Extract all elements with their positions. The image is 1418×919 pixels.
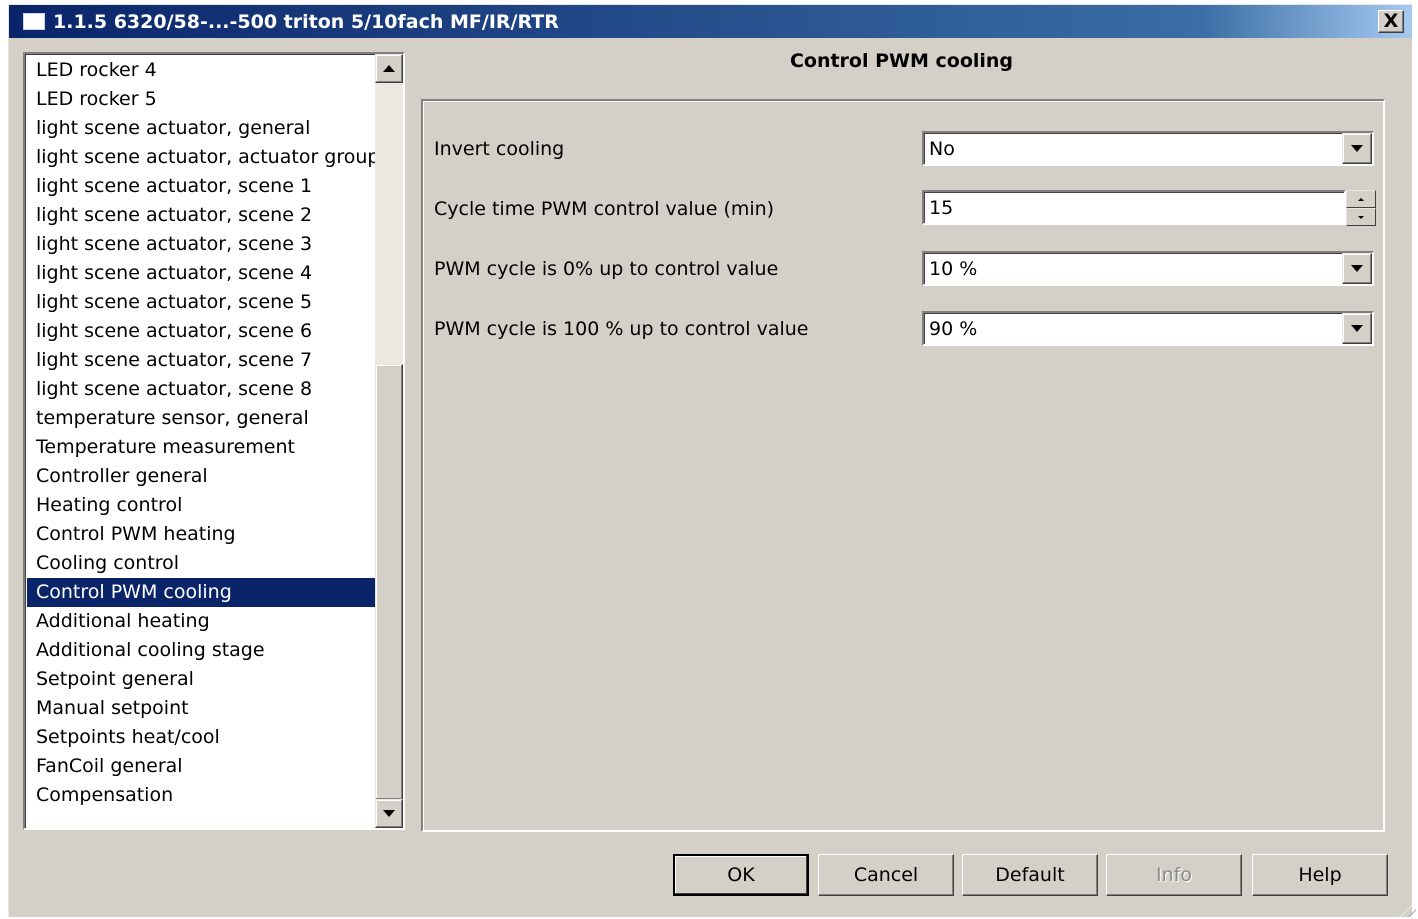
close-icon: X xyxy=(1383,10,1399,32)
arrow-down-icon xyxy=(383,810,395,817)
page-list-item[interactable]: Setpoints heat/cool xyxy=(27,723,375,752)
param-label-pwm-0: PWM cycle is 0% up to control value xyxy=(434,258,779,280)
spin-up-icon xyxy=(1358,197,1364,201)
spin-up-button[interactable] xyxy=(1346,190,1376,208)
param-label-cycle-time: Cycle time PWM control value (min) xyxy=(434,198,775,220)
scroll-up-button[interactable] xyxy=(375,54,403,83)
scroll-down-button[interactable] xyxy=(375,799,403,828)
cycle-time-input[interactable]: 15 xyxy=(922,190,1346,225)
parameter-page-list[interactable]: LED rocker 4 LED rocker 5 light scene actu… xyxy=(23,52,405,830)
close-button[interactable]: X xyxy=(1378,10,1404,33)
ok-button[interactable]: OK xyxy=(673,854,809,896)
page-list-item[interactable]: light scene actuator, scene 2 xyxy=(27,201,375,230)
page-list-item[interactable]: light scene actuator, scene 5 xyxy=(27,288,375,317)
invert-cooling-select[interactable]: No xyxy=(922,131,1374,166)
page-list-item[interactable]: Control PWM cooling xyxy=(27,578,375,607)
page-list-item[interactable]: Additional heating xyxy=(27,607,375,636)
page-list-item[interactable]: light scene actuator, scene 4 xyxy=(27,259,375,288)
window-icon xyxy=(23,13,45,30)
page-list-item[interactable]: light scene actuator, scene 6 xyxy=(27,317,375,346)
param-label-pwm-100: PWM cycle is 100 % up to control value xyxy=(434,318,809,340)
page-list-item[interactable]: light scene actuator, general xyxy=(27,114,375,143)
page-list-item[interactable]: Heating control xyxy=(27,491,375,520)
spin-down-icon xyxy=(1358,215,1364,219)
page-list-item[interactable]: Controller general xyxy=(27,462,375,491)
page-list-item[interactable]: LED rocker 4 xyxy=(27,56,375,85)
scrollbar-thumb[interactable] xyxy=(375,364,403,800)
page-list-item[interactable]: light scene actuator, scene 8 xyxy=(27,375,375,404)
pwm-100-dropdown-button[interactable] xyxy=(1342,313,1372,344)
page-list-item[interactable]: temperature sensor, general xyxy=(27,404,375,433)
page-list-item[interactable]: Compensation xyxy=(27,781,375,810)
page-list-item[interactable]: light scene actuator, actuator groups xyxy=(27,143,389,172)
page-list-item[interactable]: Control PWM heating xyxy=(27,520,375,549)
chevron-down-icon xyxy=(1351,265,1363,272)
info-button[interactable]: Info xyxy=(1106,854,1242,896)
page-list-item[interactable]: light scene actuator, scene 3 xyxy=(27,230,375,259)
pwm-0-value: 10 % xyxy=(929,258,978,280)
window-title: 1.1.5 6320/58-...-500 triton 5/10fach MF… xyxy=(53,10,559,33)
param-label-invert-cooling: Invert cooling xyxy=(434,138,565,160)
title-bar[interactable]: 1.1.5 6320/58-...-500 triton 5/10fach MF… xyxy=(9,5,1412,38)
page-list-item[interactable]: FanCoil general xyxy=(27,752,375,781)
cycle-time-spinner[interactable] xyxy=(1346,190,1376,226)
page-list-item[interactable]: Cooling control xyxy=(27,549,375,578)
page-list-item[interactable]: Setpoint general xyxy=(27,665,375,694)
pwm-100-select[interactable]: 90 % xyxy=(922,311,1374,346)
help-button[interactable]: Help xyxy=(1252,854,1388,896)
arrow-up-icon xyxy=(383,65,395,72)
page-list-item[interactable]: light scene actuator, scene 1 xyxy=(27,172,375,201)
chevron-down-icon xyxy=(1351,145,1363,152)
pwm-0-select[interactable]: 10 % xyxy=(922,251,1374,286)
vertical-scrollbar[interactable] xyxy=(375,54,403,828)
page-list-item[interactable]: light scene actuator, scene 7 xyxy=(27,346,375,375)
pwm-0-dropdown-button[interactable] xyxy=(1342,253,1372,284)
invert-cooling-dropdown-button[interactable] xyxy=(1342,133,1372,164)
default-button[interactable]: Default xyxy=(962,854,1098,896)
page-list-item[interactable]: LED rocker 5 xyxy=(27,85,375,114)
cancel-button[interactable]: Cancel xyxy=(818,854,954,896)
chevron-down-icon xyxy=(1351,325,1363,332)
page-title: Control PWM cooling xyxy=(789,50,1014,72)
page-list-item[interactable]: Manual setpoint xyxy=(27,694,375,723)
page-list-items: LED rocker 4 LED rocker 5 light scene actu… xyxy=(27,56,389,810)
page-list-item[interactable]: Temperature measurement xyxy=(27,433,375,462)
invert-cooling-value: No xyxy=(929,138,955,160)
page-list-item[interactable]: Additional cooling stage xyxy=(27,636,375,665)
pwm-100-value: 90 % xyxy=(929,318,978,340)
cycle-time-value: 15 xyxy=(929,197,954,219)
spin-down-button[interactable] xyxy=(1346,208,1376,226)
